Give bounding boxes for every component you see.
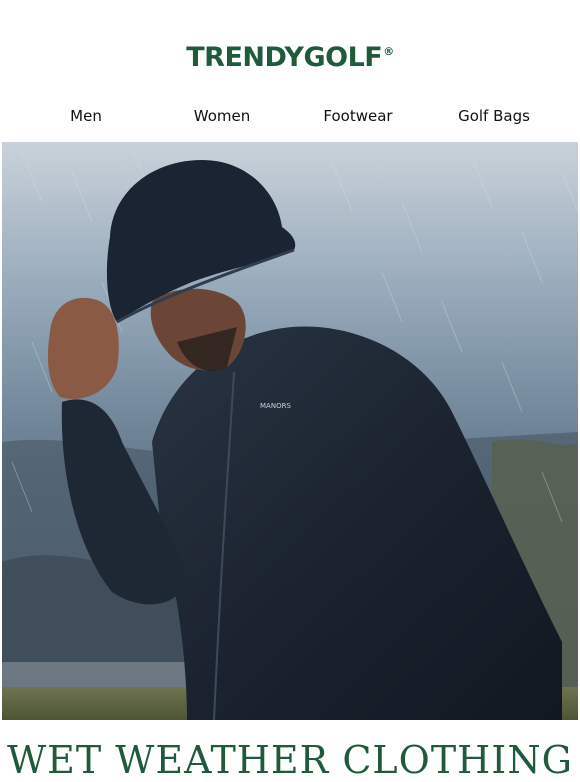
email-header: TRENDYGOLF® Men Women Footwear Golf Bags <box>0 0 580 140</box>
section-headline: WET WEATHER CLOTHING <box>7 738 573 782</box>
jacket-logo: MANORS <box>260 402 291 410</box>
nav-item-men[interactable]: Men <box>21 104 151 128</box>
nav-item-golf-bags[interactable]: Golf Bags <box>429 104 559 128</box>
main-nav: Men Women Footwear Golf Bags <box>0 104 580 128</box>
hero-image[interactable]: MANORS <box>2 142 578 720</box>
nav-item-footwear[interactable]: Footwear <box>293 104 423 128</box>
logo-text: TRENDYGOLF <box>186 42 383 73</box>
nav-item-women[interactable]: Women <box>157 104 287 128</box>
registered-mark: ® <box>383 45 394 58</box>
golfer-in-rain-illustration: MANORS <box>2 142 578 720</box>
brand-logo[interactable]: TRENDYGOLF® <box>0 42 580 73</box>
